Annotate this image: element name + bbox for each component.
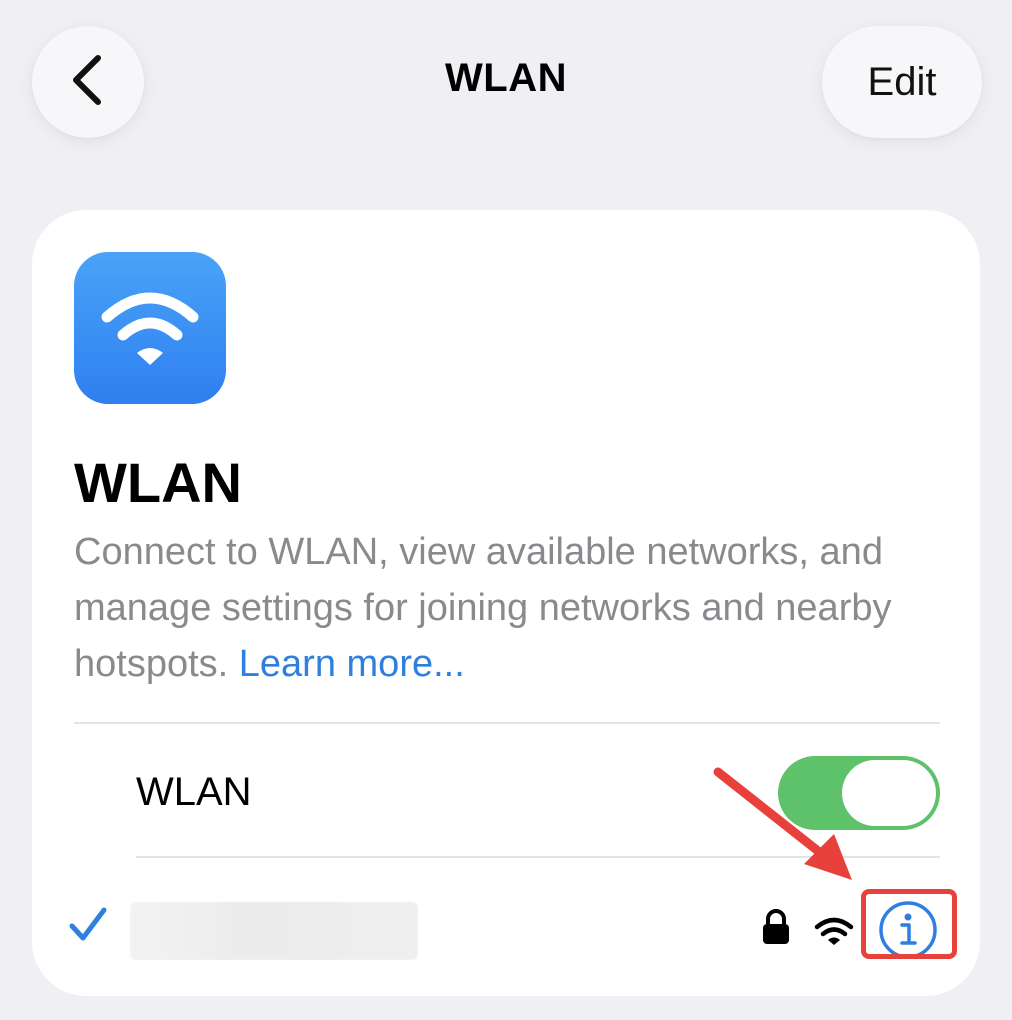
- divider: [74, 722, 940, 724]
- wifi-icon: [74, 252, 226, 404]
- checkmark-icon: [66, 902, 110, 946]
- lock-icon: [760, 908, 792, 951]
- network-name-redacted[interactable]: [130, 902, 418, 960]
- annotation-highlight-box: [861, 889, 957, 959]
- annotation-arrow-icon: [713, 767, 852, 880]
- card-title: WLAN: [74, 451, 242, 514]
- wlan-toggle-label: WLAN: [136, 770, 252, 814]
- description-text: Connect to WLAN, view available networks…: [74, 531, 892, 685]
- wifi-signal-icon: [814, 916, 854, 951]
- learn-more-link[interactable]: Learn more...: [239, 643, 465, 685]
- description: Connect to WLAN, view available networks…: [74, 524, 954, 692]
- edit-button[interactable]: Edit: [822, 26, 982, 138]
